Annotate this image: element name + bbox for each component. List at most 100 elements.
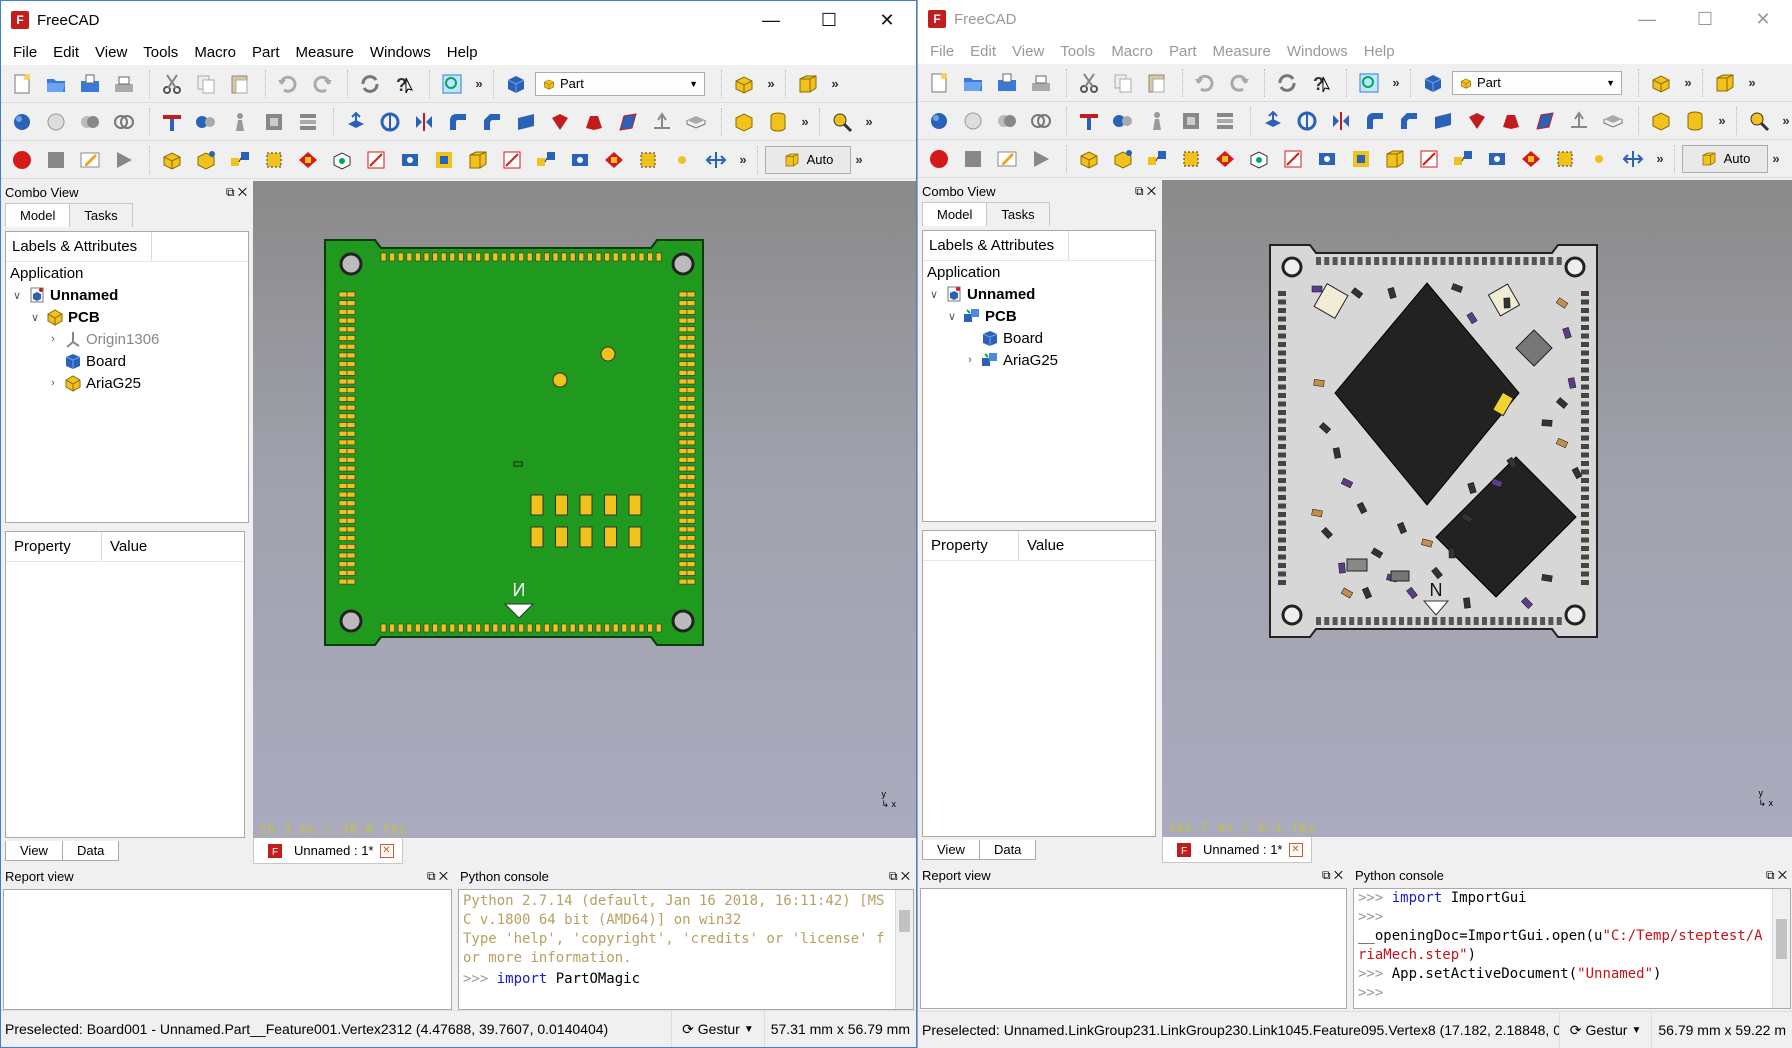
tree-item-pcb[interactable]: ∨ PCB	[6, 306, 248, 328]
asm8-icon[interactable]	[1346, 144, 1376, 174]
toolbar-overflow-button[interactable]: »	[1768, 151, 1784, 166]
close-tab-icon[interactable]: ✕	[379, 843, 394, 858]
shell-icon[interactable]	[259, 107, 289, 137]
asm4-icon[interactable]	[1516, 144, 1546, 174]
tree-item-ariag25[interactable]: › AriaG25	[923, 349, 1155, 371]
pcb-green-model[interactable]: И	[253, 181, 916, 838]
asm6-icon[interactable]	[497, 145, 527, 175]
asm5-icon[interactable]	[1244, 144, 1274, 174]
toolbar-overflow-button[interactable]: »	[797, 114, 813, 129]
revolve-icon[interactable]	[375, 107, 405, 137]
redo-icon[interactable]	[1224, 68, 1254, 98]
loft-icon[interactable]	[1496, 106, 1526, 136]
connect-icon[interactable]	[191, 107, 221, 137]
box-yellow-icon[interactable]	[463, 145, 493, 175]
toolbar-overflow-button[interactable]: »	[471, 76, 487, 91]
stack-icon[interactable]	[293, 107, 323, 137]
tee-icon[interactable]	[1074, 106, 1104, 136]
fillet-icon[interactable]	[1360, 106, 1390, 136]
ruled-icon[interactable]	[1462, 106, 1492, 136]
menu-item-view[interactable]: View	[87, 44, 135, 61]
tree-item-ariag25[interactable]: › AriaG25	[6, 372, 248, 394]
paste-icon[interactable]	[225, 69, 255, 99]
asm3-icon[interactable]	[1550, 144, 1580, 174]
tee-icon[interactable]	[157, 107, 187, 137]
close-button[interactable]: ✕	[1734, 0, 1792, 38]
sweep-icon[interactable]	[1530, 106, 1560, 136]
tree-header[interactable]: Labels & Attributes	[12, 232, 153, 261]
undo-icon[interactable]	[1190, 68, 1220, 98]
asm3-icon[interactable]	[1176, 144, 1206, 174]
cut-icon[interactable]	[1074, 68, 1104, 98]
face-icon[interactable]	[511, 107, 541, 137]
arrows-icon[interactable]	[701, 145, 731, 175]
tab-model[interactable]: Model	[922, 202, 988, 226]
toolbar-overflow-button[interactable]: »	[1744, 75, 1760, 90]
asm4-icon[interactable]	[293, 145, 323, 175]
tab-model[interactable]: Model	[5, 203, 71, 227]
zoom-icon[interactable]	[1354, 68, 1384, 98]
asm2-icon[interactable]	[225, 145, 255, 175]
value-column-header[interactable]: Value	[1019, 537, 1064, 554]
pcb-rendered-model[interactable]: N	[1162, 180, 1792, 837]
chamfer-icon[interactable]	[1394, 106, 1424, 136]
menu-item-measure[interactable]: Measure	[1205, 43, 1279, 60]
menu-item-edit[interactable]: Edit	[45, 44, 87, 61]
document-tab[interactable]: F Unnamed : 1* ✕	[1162, 837, 1312, 863]
tree-header[interactable]: Labels & Attributes	[929, 231, 1070, 260]
menu-item-tools[interactable]: Tools	[135, 44, 186, 61]
menu-item-file[interactable]: File	[5, 44, 45, 61]
asm7-icon[interactable]	[1482, 144, 1512, 174]
menu-item-macro[interactable]: Macro	[1103, 43, 1161, 60]
toolbar-overflow-button[interactable]: »	[861, 114, 877, 129]
asm6-icon[interactable]	[1278, 144, 1308, 174]
save-icon[interactable]	[992, 68, 1022, 98]
navigation-style-selector[interactable]: ⟳ Gestur ▼	[1558, 1012, 1652, 1048]
toolbar-overflow-button[interactable]: »	[1778, 113, 1792, 128]
auto-mode-button[interactable]: Auto	[765, 145, 851, 174]
vertical-scrollbar[interactable]	[895, 890, 913, 1009]
chevron-down-icon[interactable]: ∨	[10, 289, 24, 302]
close-tab-icon[interactable]: ✕	[1288, 842, 1303, 857]
menu-item-view[interactable]: View	[1004, 43, 1052, 60]
vertical-scrollbar[interactable]	[1772, 889, 1790, 1008]
menu-item-help[interactable]: Help	[439, 44, 486, 61]
view-cube-icon[interactable]	[501, 69, 531, 99]
save-as-icon[interactable]	[109, 69, 139, 99]
toolbar-overflow-button[interactable]: »	[1652, 151, 1668, 166]
asm7-icon[interactable]	[395, 145, 425, 175]
loft-icon[interactable]	[579, 107, 609, 137]
chevron-down-icon[interactable]: ∨	[927, 288, 941, 301]
extrude-icon[interactable]	[341, 107, 371, 137]
save-as-icon[interactable]	[1026, 68, 1056, 98]
asm-icon[interactable]	[191, 145, 221, 175]
sphere-grey-icon[interactable]	[41, 107, 71, 137]
play-icon[interactable]	[109, 145, 139, 175]
document-tab[interactable]: F Unnamed : 1* ✕	[253, 838, 403, 864]
open-icon[interactable]	[41, 69, 71, 99]
tab-data[interactable]: Data	[978, 840, 1037, 860]
connect-icon[interactable]	[1108, 106, 1138, 136]
refresh-icon[interactable]	[1272, 68, 1302, 98]
box-yellow-icon[interactable]	[1380, 144, 1410, 174]
cyl-yellow-icon[interactable]	[1680, 106, 1710, 136]
asm2-icon[interactable]	[1448, 144, 1478, 174]
asm3-icon[interactable]	[633, 145, 663, 175]
menu-item-windows[interactable]: Windows	[1279, 43, 1356, 60]
menu-item-edit[interactable]: Edit	[962, 43, 1004, 60]
maximize-button[interactable]: ☐	[1676, 0, 1734, 38]
menu-item-measure[interactable]: Measure	[288, 44, 362, 61]
asm8-icon[interactable]	[429, 145, 459, 175]
stop-icon[interactable]	[958, 144, 988, 174]
tree-item-origin1306[interactable]: › Origin1306	[6, 328, 248, 350]
whats-this-icon[interactable]: ?	[1306, 68, 1336, 98]
undo-icon[interactable]	[273, 69, 303, 99]
arrows-icon[interactable]	[1618, 144, 1648, 174]
sphere-icon[interactable]	[7, 107, 37, 137]
sphere-grey-icon[interactable]	[958, 106, 988, 136]
toolbar-overflow-button[interactable]: »	[735, 152, 751, 167]
maximize-button[interactable]: ☐	[800, 1, 858, 39]
refresh-icon[interactable]	[355, 69, 385, 99]
value-column-header[interactable]: Value	[102, 538, 147, 555]
bool-icon[interactable]	[992, 106, 1022, 136]
